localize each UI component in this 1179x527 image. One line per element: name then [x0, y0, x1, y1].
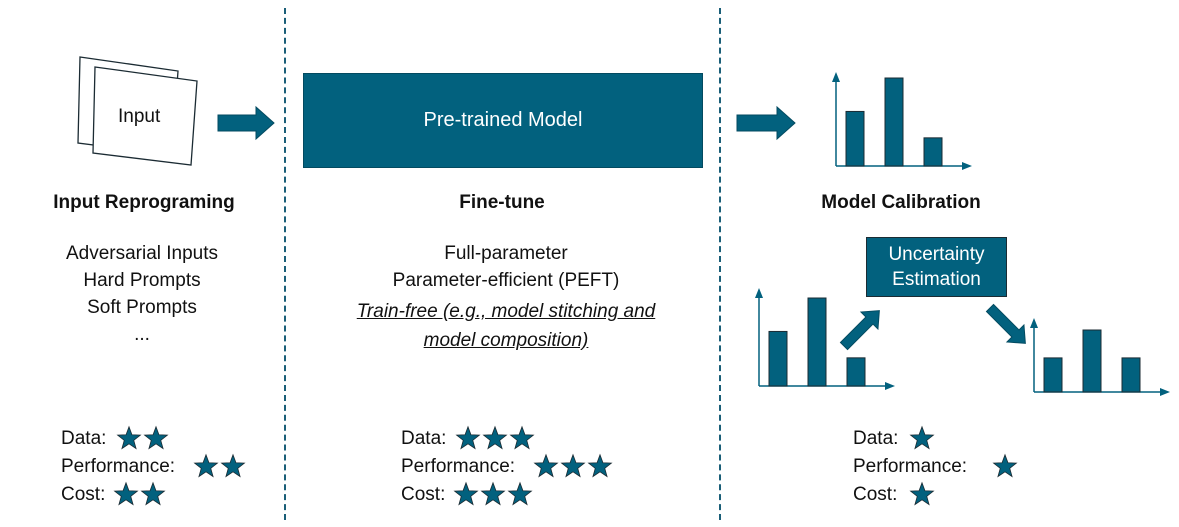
list-item-italic: model composition) [423, 330, 589, 351]
rating-stars-data [455, 425, 535, 450]
rating-label-cost: Cost: [853, 484, 898, 505]
bar [768, 330, 788, 387]
rating-label-performance: Performance: [853, 456, 968, 477]
list-item: Soft Prompts [87, 297, 197, 318]
section-divider-right [719, 8, 721, 520]
x-axis-arrowhead [885, 382, 895, 390]
bar [884, 77, 904, 167]
section-divider-left [284, 8, 286, 520]
rating-label-performance: Performance: [401, 456, 516, 477]
diagonal-arrow-down-icon [985, 303, 1026, 344]
rating-label-data: Data: [401, 428, 447, 449]
input-card-label: Input [118, 106, 161, 127]
section-title-model-calibration: Model Calibration [821, 192, 981, 213]
star-icon [193, 453, 219, 478]
rating-label-performance: Performance: [61, 456, 176, 477]
star-icon [482, 425, 508, 450]
diagonal-arrow-up-icon [839, 310, 880, 351]
right-arrow-icon [736, 105, 796, 141]
rating-stars-data [116, 425, 169, 450]
uncertainty-label-line2: Estimation [892, 269, 981, 290]
rating-stars-performance [992, 453, 1018, 478]
fine-tune-methods: Full-parameter Parameter-efficient (PEFT… [300, 240, 712, 354]
star-icon [507, 481, 533, 506]
star-icon [116, 425, 142, 450]
rating-label-cost: Cost: [401, 484, 446, 505]
list-item: Full-parameter [444, 243, 568, 264]
y-axis-arrowhead [755, 288, 763, 298]
star-icon [909, 481, 935, 506]
list-item: ... [134, 324, 150, 345]
star-icon [509, 425, 535, 450]
rating-label-cost: Cost: [61, 484, 106, 505]
star-icon [113, 481, 139, 506]
bar [1121, 357, 1141, 393]
x-axis-arrowhead [962, 162, 972, 170]
star-icon [453, 481, 479, 506]
star-icon [992, 453, 1018, 478]
bar [1043, 357, 1063, 393]
rating-label-data: Data: [853, 428, 899, 449]
pretrained-model-box: Pre-trained Model [303, 73, 703, 168]
ratings-input-reprogramming: Data: Performance: Cost: [61, 425, 271, 509]
x-axis-arrowhead [1160, 388, 1170, 396]
bar [845, 110, 865, 167]
star-icon [480, 481, 506, 506]
star-icon [560, 453, 586, 478]
ratings-model-calibration: Data: Performance: Cost: [853, 425, 1043, 509]
bar [807, 297, 827, 387]
section-title-input-reprogramming: Input Reprograming [53, 192, 235, 213]
star-icon [140, 481, 166, 506]
rating-stars-cost [113, 481, 166, 506]
rating-label-data: Data: [61, 428, 107, 449]
star-icon [220, 453, 246, 478]
star-icon [455, 425, 481, 450]
bar [923, 137, 943, 167]
right-arrow-icon [217, 105, 275, 141]
input-reprogramming-methods: Adversarial Inputs Hard Prompts Soft Pro… [42, 240, 242, 348]
bar-chart-icon [1030, 318, 1170, 396]
bar [846, 357, 866, 387]
rating-stars-performance [193, 453, 246, 478]
ratings-fine-tune: Data: Performance: Cost: [401, 425, 631, 509]
uncertainty-label-line1: Uncertainty [888, 244, 985, 265]
list-item: Adversarial Inputs [65, 243, 219, 264]
star-icon [143, 425, 169, 450]
pretrained-model-label: Pre-trained Model [423, 109, 583, 131]
rating-stars-cost [453, 481, 533, 506]
list-item-italic: Train-free (e.g., model stitching and [356, 301, 656, 322]
rating-stars-data [909, 425, 935, 450]
star-icon [909, 425, 935, 450]
rating-stars-performance [533, 453, 613, 478]
section-title-fine-tune: Fine-tune [459, 192, 545, 213]
y-axis-arrowhead [832, 72, 840, 82]
list-item: Parameter-efficient (PEFT) [392, 270, 620, 291]
rating-stars-cost [909, 481, 935, 506]
list-item: Hard Prompts [83, 270, 201, 291]
bar-chart-icon [832, 72, 972, 170]
star-icon [533, 453, 559, 478]
bar [1082, 329, 1102, 393]
star-icon [587, 453, 613, 478]
